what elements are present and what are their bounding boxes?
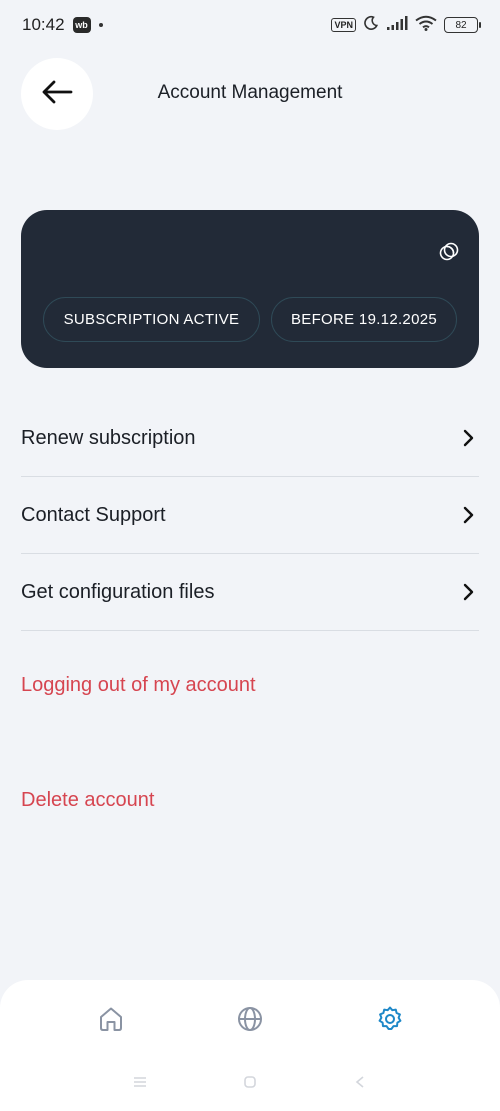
nav-home-button[interactable] [96,1006,126,1036]
subscription-status-badge: SUBSCRIPTION ACTIVE [43,297,260,342]
menu-item-label: Get configuration files [21,580,215,603]
logout-link[interactable]: Logging out of my account [21,674,256,697]
subscription-expiry-badge: BEFORE 19.12.2025 [271,297,457,342]
signal-icon [386,15,408,36]
status-bar: 10:42 wb VPN 82 [0,0,500,50]
settings-menu: Renew subscription Contact Support Get c… [21,400,479,631]
subscription-card: SUBSCRIPTION ACTIVE BEFORE 19.12.2025 [21,210,479,368]
chevron-right-icon [463,506,479,524]
page-title: Account Management [157,82,343,103]
moon-icon [363,15,379,36]
menu-item-label: Renew subscription [21,426,196,449]
home-circle-icon[interactable] [240,1072,260,1092]
menu-item-renew-subscription[interactable]: Renew subscription [21,400,479,477]
globe-icon [236,1005,264,1038]
home-icon [97,1005,125,1038]
menu-icon[interactable] [130,1072,150,1092]
header: Account Management [0,58,500,130]
nav-globe-button[interactable] [235,1006,265,1036]
vpn-indicator: VPN [331,18,356,32]
system-back-icon[interactable] [350,1072,370,1092]
gear-icon [376,1005,404,1038]
copy-icon[interactable] [439,242,459,267]
nav-settings-button[interactable] [375,1006,405,1036]
chevron-right-icon [463,429,479,447]
app-notification-badge: wb [72,17,91,33]
menu-item-get-configuration-files[interactable]: Get configuration files [21,554,479,631]
system-navigation-bar [0,1072,500,1092]
notification-dot [98,23,103,27]
bottom-nav [0,980,500,1111]
status-time: 10:42 [22,15,65,34]
battery-indicator: 82 [444,17,481,33]
chevron-right-icon [463,583,479,601]
menu-item-contact-support[interactable]: Contact Support [21,477,479,554]
menu-item-label: Contact Support [21,503,166,526]
wifi-icon [415,15,437,36]
delete-account-link[interactable]: Delete account [21,789,154,812]
